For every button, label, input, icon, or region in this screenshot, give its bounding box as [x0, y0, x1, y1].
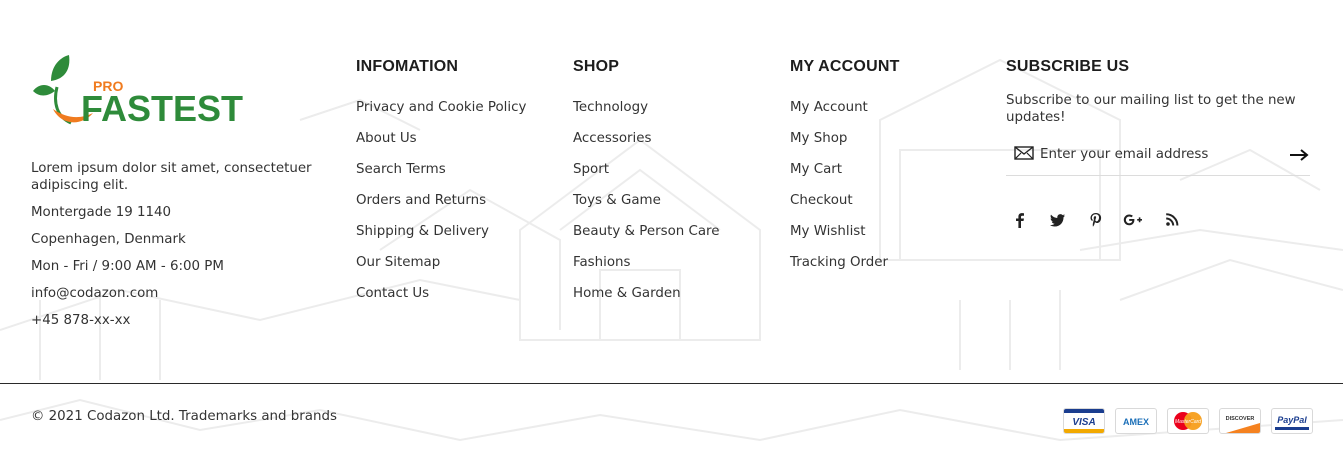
link-about-us[interactable]: About Us [356, 131, 417, 146]
logo-main-text: FASTEST [81, 88, 243, 129]
link-search-terms[interactable]: Search Terms [356, 162, 446, 177]
link-technology[interactable]: Technology [573, 100, 648, 115]
link-fashions[interactable]: Fashions [573, 255, 631, 270]
amex-label: AMEX [1123, 417, 1149, 427]
footer-divider [0, 383, 1343, 384]
subscribe-text-line2: updates! [1006, 110, 1066, 125]
arrow-right-icon[interactable] [1288, 146, 1310, 164]
rss-icon[interactable] [1160, 212, 1184, 234]
link-my-wishlist[interactable]: My Wishlist [790, 224, 866, 239]
link-shipping-delivery[interactable]: Shipping & Delivery [356, 224, 489, 239]
subscribe-title: SUBSCRIBE US [1006, 58, 1130, 75]
link-sport[interactable]: Sport [573, 162, 609, 177]
link-checkout[interactable]: Checkout [790, 193, 853, 208]
paypal-label: PayPal [1277, 415, 1307, 425]
phone-text: +45 878-xx-xx [31, 313, 131, 328]
link-toys-game[interactable]: Toys & Game [573, 193, 661, 208]
link-our-sitemap[interactable]: Our Sitemap [356, 255, 440, 270]
email-subscribe-form [1006, 138, 1310, 176]
mastercard-label: MasterCard [1175, 419, 1201, 425]
discover-label: DISCOVER [1226, 416, 1255, 422]
google-plus-icon[interactable] [1121, 212, 1145, 234]
visa-card-icon: VISA [1063, 408, 1105, 434]
footer-main: PRO FASTEST Lorem ipsum dolor sit amet, … [0, 0, 1343, 383]
subscribe-text-line1: Subscribe to our mailing list to get the… [1006, 93, 1296, 108]
twitter-icon[interactable] [1046, 212, 1070, 234]
shop-title: SHOP [573, 58, 620, 75]
link-my-account[interactable]: My Account [790, 100, 868, 115]
link-my-shop[interactable]: My Shop [790, 131, 847, 146]
link-home-garden[interactable]: Home & Garden [573, 286, 681, 301]
about-description-line1: Lorem ipsum dolor sit amet, consectetuer [31, 161, 312, 176]
account-links: My Account My Shop My Cart Checkout My W… [790, 96, 888, 282]
visa-label: VISA [1072, 417, 1095, 428]
facebook-icon[interactable] [1008, 212, 1032, 234]
link-tracking-order[interactable]: Tracking Order [790, 255, 888, 270]
pinterest-icon[interactable] [1084, 212, 1108, 234]
city-text: Copenhagen, Denmark [31, 232, 186, 247]
link-contact-us[interactable]: Contact Us [356, 286, 429, 301]
paypal-icon: PayPal [1271, 408, 1313, 434]
shop-links: Technology Accessories Sport Toys & Game… [573, 96, 720, 313]
link-orders-returns[interactable]: Orders and Returns [356, 193, 486, 208]
subscribe-description: Subscribe to our mailing list to get the… [1006, 92, 1306, 126]
email-link[interactable]: info@codazon.com [31, 285, 158, 302]
account-title: MY ACCOUNT [790, 58, 900, 75]
about-description-line2: adipiscing elit. [31, 178, 129, 193]
information-links: Privacy and Cookie Policy About Us Searc… [356, 96, 526, 313]
link-privacy-cookie-policy[interactable]: Privacy and Cookie Policy [356, 100, 526, 115]
email-input[interactable] [1040, 143, 1270, 165]
discover-card-icon: DISCOVER [1219, 408, 1261, 434]
copyright-text: © 2021 Codazon Ltd. Trademarks and brand… [31, 409, 337, 424]
hours-text: Mon - Fri / 9:00 AM - 6:00 PM [31, 259, 224, 274]
address-text: Montergade 19 1140 [31, 205, 172, 220]
information-title: INFOMATION [356, 58, 459, 75]
pro-fastest-logo[interactable]: PRO FASTEST [31, 53, 281, 133]
mail-icon [1014, 146, 1034, 160]
amex-card-icon: AMEX [1115, 408, 1157, 434]
link-my-cart[interactable]: My Cart [790, 162, 842, 177]
mastercard-icon: MasterCard [1167, 408, 1209, 434]
link-beauty-person-care[interactable]: Beauty & Person Care [573, 224, 720, 239]
link-accessories[interactable]: Accessories [573, 131, 651, 146]
